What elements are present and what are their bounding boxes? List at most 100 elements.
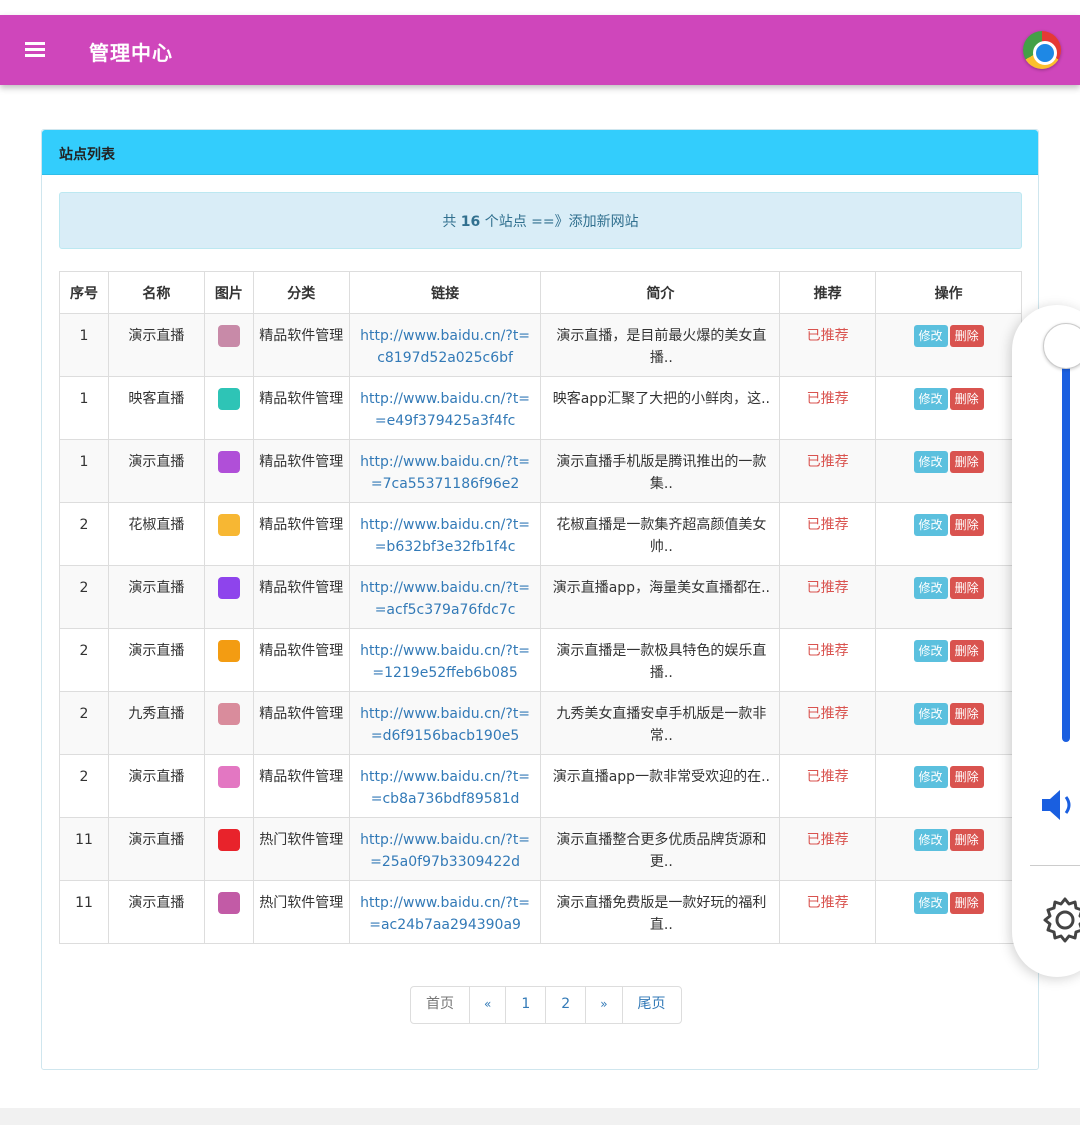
hamburger-menu-icon[interactable]: [25, 42, 45, 58]
delete-button[interactable]: 删除: [949, 514, 984, 536]
row-category: 精品软件管理: [252, 565, 350, 629]
volume-slider-knob[interactable]: [1043, 323, 1080, 369]
row-description: 演示直播app，海量美女直播都在..: [540, 565, 781, 629]
row-category: 精品软件管理: [252, 502, 350, 566]
volume-slider-track[interactable]: [1062, 365, 1070, 742]
page-1-button[interactable]: 1: [505, 987, 545, 1023]
row-link[interactable]: http://www.baidu.cn/?t==d6f9156bacb190e5: [348, 691, 542, 755]
row-description: 演示直播app一款非常受欢迎的在..: [540, 754, 781, 818]
row-description: 演示直播整合更多优质品牌货源和更..: [540, 817, 781, 881]
edit-button[interactable]: 修改: [913, 577, 948, 599]
row-description: 九秀美女直播安卓手机版是一款非常..: [540, 691, 781, 755]
app-thumbnail: [217, 514, 240, 536]
row-recommend-status: 已推荐: [779, 691, 877, 755]
delete-button[interactable]: 删除: [949, 829, 984, 851]
app-thumbnail: [217, 766, 240, 788]
row-description: 映客app汇聚了大把的小鲜肉，这..: [540, 376, 781, 440]
delete-button[interactable]: 删除: [949, 451, 984, 473]
bottom-strip: [0, 1108, 1080, 1125]
row-link[interactable]: http://www.baidu.cn/?t==25a0f97b3309422d: [348, 817, 542, 881]
row-category: 精品软件管理: [252, 691, 350, 755]
row-image: [203, 691, 254, 755]
row-id: 11: [59, 880, 109, 944]
app-header: 管理中心: [0, 15, 1080, 85]
table-row: 11 演示直播 热门软件管理 http://www.baidu.cn/?t==25a0…: [59, 817, 1022, 881]
edit-button[interactable]: 修改: [913, 703, 948, 725]
row-actions: 修改 删除: [875, 439, 1022, 503]
row-link[interactable]: http://www.baidu.cn/?t==acf5c379a76fdc7c: [348, 565, 542, 629]
table-row: 11 演示直播 热门软件管理 http://www.baidu.cn/?t==ac24…: [59, 880, 1022, 944]
row-id: 1: [59, 376, 109, 440]
edit-button[interactable]: 修改: [913, 388, 948, 410]
app-thumbnail: [217, 829, 240, 851]
next-page-button[interactable]: »: [585, 987, 621, 1023]
row-name: 演示直播: [107, 313, 205, 377]
row-actions: 修改 删除: [875, 565, 1022, 629]
row-description: 演示直播是一款极具特色的娱乐直播..: [540, 628, 781, 692]
app-title: 管理中心: [89, 41, 173, 65]
row-recommend-status: 已推荐: [779, 502, 877, 566]
row-recommend-status: 已推荐: [779, 565, 877, 629]
table-row: 2 演示直播 精品软件管理 http://www.baidu.cn/?t==acf5c…: [59, 565, 1022, 629]
row-name: 演示直播: [107, 565, 205, 629]
delete-button[interactable]: 删除: [949, 766, 984, 788]
volume-icon[interactable]: [1040, 785, 1080, 825]
row-link[interactable]: http://www.baidu.cn/?t==cb8a736bdf89581d: [348, 754, 542, 818]
delete-button[interactable]: 删除: [949, 388, 984, 410]
delete-button[interactable]: 删除: [949, 703, 984, 725]
delete-button[interactable]: 删除: [949, 892, 984, 914]
row-name: 演示直播: [107, 880, 205, 944]
row-image: [203, 880, 254, 944]
row-link[interactable]: http://www.baidu.cn/?t==7ca55371186f96e2: [348, 439, 542, 503]
row-name: 演示直播: [107, 439, 205, 503]
row-link[interactable]: http://www.baidu.cn/?t==1219e52ffeb6b085: [348, 628, 542, 692]
add-site-link[interactable]: 添加新网站: [569, 214, 639, 230]
info-prefix: 共: [442, 214, 461, 230]
chrome-browser-icon[interactable]: [1023, 31, 1061, 69]
edit-button[interactable]: 修改: [913, 325, 948, 347]
info-suffix: 个站点 ==》: [480, 214, 569, 230]
row-recommend-status: 已推荐: [779, 376, 877, 440]
row-image: [203, 376, 254, 440]
row-image: [203, 439, 254, 503]
row-description: 演示直播，是目前最火爆的美女直播..: [540, 313, 781, 377]
row-recommend-status: 已推荐: [779, 817, 877, 881]
row-link[interactable]: http://www.baidu.cn/?t==ac24b7aa294390a9: [348, 880, 542, 944]
gear-icon[interactable]: [1040, 895, 1080, 945]
row-category: 精品软件管理: [252, 628, 350, 692]
last-page-button[interactable]: 尾页: [621, 987, 681, 1023]
row-actions: 修改 删除: [875, 817, 1022, 881]
app-thumbnail: [217, 892, 240, 914]
row-recommend-status: 已推荐: [779, 439, 877, 503]
delete-button[interactable]: 删除: [949, 640, 984, 662]
row-category: 精品软件管理: [252, 376, 350, 440]
row-actions: 修改 删除: [875, 691, 1022, 755]
row-name: 演示直播: [107, 817, 205, 881]
row-recommend-status: 已推荐: [779, 628, 877, 692]
edit-button[interactable]: 修改: [913, 829, 948, 851]
app-thumbnail: [217, 703, 240, 725]
site-count-info: 共 16 个站点 ==》添加新网站: [59, 192, 1022, 249]
row-id: 2: [59, 628, 109, 692]
site-list-panel: 站点列表 共 16 个站点 ==》添加新网站 序号 名称 图片 分类 链接 简介…: [41, 129, 1039, 1070]
row-id: 11: [59, 817, 109, 881]
delete-button[interactable]: 删除: [949, 325, 984, 347]
delete-button[interactable]: 删除: [949, 577, 984, 599]
row-link[interactable]: http://www.baidu.cn/?t==e49f379425a3f4fc: [348, 376, 542, 440]
edit-button[interactable]: 修改: [913, 640, 948, 662]
first-page-button[interactable]: 首页: [411, 987, 469, 1023]
row-actions: 修改 删除: [875, 754, 1022, 818]
sites-table: 序号 名称 图片 分类 链接 简介 推荐 操作 1 演示直播 精品软件管理 http:…: [59, 271, 1022, 944]
column-header: 图片: [203, 271, 254, 314]
edit-button[interactable]: 修改: [913, 451, 948, 473]
page-2-button[interactable]: 2: [545, 987, 585, 1023]
edit-button[interactable]: 修改: [913, 514, 948, 536]
row-link[interactable]: http://www.baidu.cn/?t=c8197d52a025c6bf: [348, 313, 542, 377]
row-recommend-status: 已推荐: [779, 754, 877, 818]
row-link[interactable]: http://www.baidu.cn/?t==b632bf3e32fb1f4c: [348, 502, 542, 566]
prev-page-button[interactable]: «: [469, 987, 505, 1023]
edit-button[interactable]: 修改: [913, 766, 948, 788]
edit-button[interactable]: 修改: [913, 892, 948, 914]
column-header: 名称: [107, 271, 205, 314]
row-category: 精品软件管理: [252, 313, 350, 377]
